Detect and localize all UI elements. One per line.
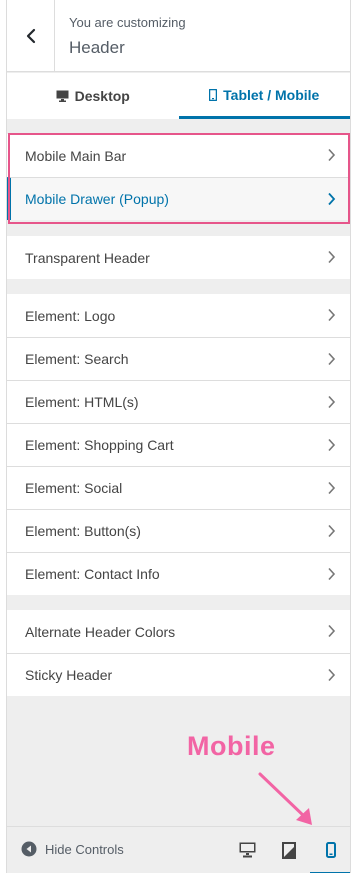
mobile-icon (326, 842, 336, 858)
page-title: Header (69, 38, 125, 57)
section-elements: Element: Logo Element: Search Element: H… (7, 294, 350, 595)
item-label: Element: Contact Info (25, 566, 160, 582)
list-item-element-html[interactable]: Element: HTML(s) (7, 380, 350, 423)
preview-mobile-button[interactable] (321, 840, 341, 860)
collapse-icon (21, 841, 37, 857)
list-item-element-shopping-cart[interactable]: Element: Shopping Cart (7, 423, 350, 466)
mobile-icon (209, 88, 218, 101)
item-label: Element: Search (25, 351, 129, 367)
preview-desktop-button[interactable] (237, 840, 257, 860)
list-item-element-social[interactable]: Element: Social (7, 466, 350, 509)
annotation-arrow-icon (258, 772, 312, 825)
section-header-options: Alternate Header Colors Sticky Header (7, 610, 350, 696)
item-label: Transparent Header (25, 249, 150, 266)
annotation-label: Mobile (187, 731, 276, 761)
list-item-element-contact-info[interactable]: Element: Contact Info (7, 552, 350, 595)
chevron-right-icon (328, 395, 336, 409)
chevron-right-icon (328, 192, 336, 206)
tab-label: Desktop (74, 88, 130, 104)
customizer-panel: You are customizing Header Desktop Table… (6, 0, 351, 873)
customizing-label: You are customizing (69, 15, 186, 30)
section-mobile: Mobile Main Bar Mobile Drawer (Popup) (7, 134, 350, 220)
chevron-right-icon (328, 567, 336, 581)
list-item-transparent-header[interactable]: Transparent Header (7, 236, 350, 279)
item-label: Element: Logo (25, 307, 116, 324)
customizer-header: You are customizing Header (7, 0, 350, 72)
chevron-right-icon (328, 524, 336, 538)
chevron-right-icon (328, 624, 336, 638)
item-label: Alternate Header Colors (25, 623, 176, 640)
tab-tablet-mobile[interactable]: Tablet / Mobile (178, 73, 350, 119)
preview-tablet-button[interactable] (279, 840, 299, 860)
item-label: Mobile Main Bar (25, 147, 127, 164)
item-label: Element: Social (25, 480, 123, 496)
tab-label: Tablet / Mobile (223, 86, 320, 103)
item-label: Element: Button(s) (25, 523, 141, 539)
tab-desktop[interactable]: Desktop (7, 73, 179, 119)
desktop-icon (56, 90, 69, 102)
desktop-icon (239, 842, 255, 858)
device-tabs: Desktop Tablet / Mobile (7, 73, 350, 119)
list-item-alternate-header-colors[interactable]: Alternate Header Colors (7, 610, 350, 653)
list-item-element-logo[interactable]: Element: Logo (7, 294, 350, 337)
list-item-sticky-header[interactable]: Sticky Header (7, 653, 350, 696)
customizer-footer: Hide Controls (7, 826, 350, 873)
hide-controls-button[interactable]: Hide Controls (21, 841, 124, 857)
chevron-right-icon (328, 250, 336, 264)
item-label: Sticky Header (25, 667, 113, 683)
hide-controls-label: Hide Controls (45, 841, 124, 857)
list-item-mobile-main-bar[interactable]: Mobile Main Bar (7, 134, 350, 177)
item-label: Mobile Drawer (Popup) (25, 191, 169, 207)
list-item-element-buttons[interactable]: Element: Button(s) (7, 509, 350, 552)
chevron-right-icon (328, 438, 336, 452)
chevron-right-icon (328, 481, 336, 495)
chevron-right-icon (328, 352, 336, 366)
list-item-element-search[interactable]: Element: Search (7, 337, 350, 380)
chevron-left-icon (26, 28, 35, 44)
list-item-mobile-drawer[interactable]: Mobile Drawer (Popup) (7, 177, 350, 220)
chevron-right-icon (328, 148, 336, 162)
item-label: Element: HTML(s) (25, 394, 139, 410)
chevron-right-icon (328, 308, 336, 322)
tablet-icon (282, 841, 296, 859)
section-transparent: Transparent Header (7, 236, 350, 279)
chevron-right-icon (328, 668, 336, 682)
item-label: Element: Shopping Cart (25, 437, 174, 453)
back-button[interactable] (7, 0, 55, 72)
